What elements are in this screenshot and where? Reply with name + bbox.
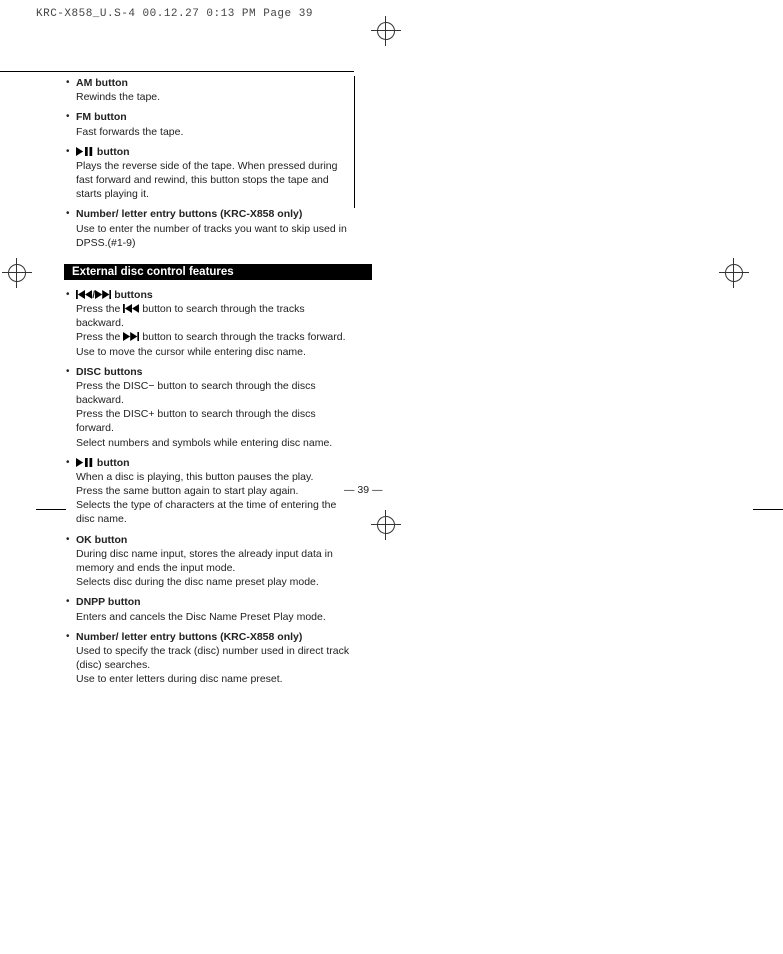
list-item: Number/ letter entry buttons (KRC-X858 o…: [66, 207, 354, 250]
list-item: AM button Rewinds the tape.: [66, 76, 354, 104]
item-desc: When a disc is playing, this button paus…: [76, 470, 354, 484]
list-item: FM button Fast forwards the tape.: [66, 110, 354, 138]
item-desc: Press the button to search through the t…: [76, 302, 354, 330]
list-item: DISC buttons Press the DISC− button to s…: [66, 365, 354, 450]
item-desc: Plays the reverse side of the tape. When…: [76, 159, 354, 202]
item-title: Number/ letter entry buttons (KRC-X858 o…: [76, 208, 302, 220]
section-header: External disc control features: [64, 264, 372, 280]
item-title: OK button: [76, 534, 127, 546]
item-desc: Selects disc during the disc name preset…: [76, 575, 354, 589]
content-column: AM button Rewinds the tape. FM button Fa…: [66, 76, 354, 692]
prev-icon: [123, 304, 139, 313]
item-desc: Press the DISC− button to search through…: [76, 379, 354, 407]
list-item: DNPP button Enters and cancels the Disc …: [66, 595, 354, 623]
left-crop-mark: [8, 264, 26, 282]
item-title: Number/ letter entry buttons (KRC-X858 o…: [76, 631, 302, 643]
list-item: OK button During disc name input, stores…: [66, 533, 354, 590]
right-crop-mark: [725, 264, 743, 282]
item-desc: During disc name input, stores the alrea…: [76, 547, 354, 575]
list-item: button Plays the reverse side of the tap…: [66, 145, 354, 202]
item-desc: Press the button to search through the t…: [76, 330, 354, 344]
item-desc: Press the same button again to start pla…: [76, 484, 354, 498]
play-pause-icon: [76, 458, 94, 467]
item-title: DISC buttons: [76, 366, 143, 378]
item-title: button: [76, 146, 130, 158]
list-item: button When a disc is playing, this butt…: [66, 456, 354, 527]
item-desc: Rewinds the tape.: [76, 90, 354, 104]
play-pause-icon: [76, 147, 94, 156]
list-item: Number/ letter entry buttons (KRC-X858 o…: [66, 630, 354, 687]
section1-list: AM button Rewinds the tape. FM button Fa…: [66, 76, 354, 250]
next-icon: [123, 332, 139, 341]
next-icon: [95, 290, 111, 299]
page-header: KRC-X858_U.S-4 00.12.27 0:13 PM Page 39: [0, 0, 783, 20]
item-desc: Used to specify the track (disc) number …: [76, 644, 354, 672]
item-desc: Enters and cancels the Disc Name Preset …: [76, 610, 354, 624]
item-title: button: [76, 457, 130, 469]
list-item: / buttons Press the button to search thr…: [66, 288, 354, 359]
item-desc: Use to enter letters during disc name pr…: [76, 672, 354, 686]
item-desc: Select numbers and symbols while enterin…: [76, 436, 354, 450]
top-rule: [0, 71, 354, 72]
item-title: AM button: [76, 77, 128, 89]
item-desc: Press the DISC+ button to search through…: [76, 407, 354, 435]
bottom-rule-right: [753, 509, 783, 510]
item-desc: Fast forwards the tape.: [76, 125, 354, 139]
column-divider: [354, 76, 355, 208]
top-crop-mark: [377, 22, 395, 40]
item-title: / buttons: [76, 289, 153, 301]
item-title: FM button: [76, 111, 127, 123]
item-title: DNPP button: [76, 596, 141, 608]
item-desc: Use to move the cursor while entering di…: [76, 345, 354, 359]
item-desc: Use to enter the number of tracks you wa…: [76, 222, 354, 250]
bottom-crop-mark: [377, 516, 395, 534]
item-desc: Selects the type of characters at the ti…: [76, 498, 354, 526]
prev-icon: [76, 290, 92, 299]
page-number: 39: [344, 484, 383, 496]
section2-list: / buttons Press the button to search thr…: [66, 288, 354, 686]
bottom-rule-left: [36, 509, 66, 510]
